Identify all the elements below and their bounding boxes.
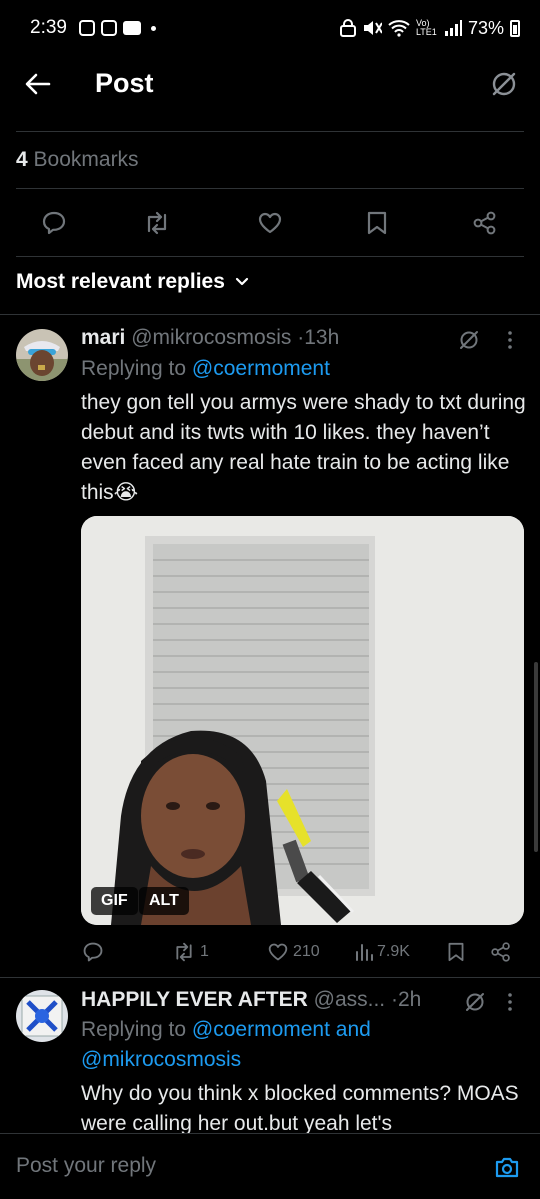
divider — [16, 256, 524, 257]
reply-text: Why do you think x blocked comments? MOA… — [81, 1082, 519, 1133]
avatar[interactable] — [16, 329, 68, 381]
more-vertical-icon — [508, 993, 512, 1011]
grok-icon — [466, 993, 484, 1011]
reply-input[interactable]: Post your reply — [16, 1154, 156, 1178]
grok-icon — [492, 72, 516, 96]
battery-icon — [510, 19, 520, 37]
grok-button[interactable] — [460, 987, 490, 1017]
views-chart-icon — [356, 944, 373, 961]
status-bar: 2:39 Vo) LTE1 73% — [0, 0, 540, 56]
grok-button[interactable] — [486, 66, 522, 102]
comment-icon — [42, 211, 66, 235]
share-button[interactable] — [465, 203, 505, 243]
more-options-button[interactable] — [498, 325, 522, 355]
lock-icon — [339, 19, 356, 37]
heart-icon — [258, 212, 282, 234]
bookmark-icon — [367, 211, 387, 235]
scrollbar[interactable] — [534, 662, 538, 852]
repost-count: 1 — [200, 943, 209, 960]
repost-icon — [147, 211, 167, 235]
post-actions — [0, 203, 540, 243]
like-count: 210 — [293, 943, 320, 960]
grok-icon — [460, 331, 478, 349]
share-button[interactable] — [490, 937, 512, 967]
views-button[interactable]: 7.9K — [355, 937, 410, 967]
like-button[interactable]: 210 — [267, 937, 320, 967]
more-vertical-icon — [508, 331, 512, 349]
author-name[interactable]: HAPPILY EVER AFTER — [81, 988, 308, 1011]
mention-link[interactable]: @coermoment — [192, 357, 330, 380]
instagram-icon — [78, 20, 95, 36]
post-time: 13h — [304, 326, 340, 349]
gif-badge: GIF — [91, 887, 138, 915]
reply-text: they gon tell you armys were shady to tx… — [81, 391, 526, 504]
divider — [0, 977, 540, 978]
repost-icon — [176, 942, 192, 962]
divider — [16, 188, 524, 189]
mention-link[interactable]: @mikrocosmosis — [81, 1048, 241, 1071]
bookmark-button[interactable] — [357, 203, 397, 243]
chevron-down-icon — [235, 277, 249, 286]
reply-header: HAPPILY EVER AFTER @ass... ·2h — [81, 988, 421, 1012]
bookmark-count: 4 — [16, 148, 28, 171]
more-options-button[interactable] — [498, 987, 522, 1017]
avatar[interactable] — [16, 990, 68, 1042]
bookmark-button[interactable] — [447, 937, 465, 967]
like-button[interactable] — [250, 203, 290, 243]
share-icon — [473, 211, 496, 235]
camera-button[interactable] — [492, 1152, 522, 1182]
divider — [0, 314, 540, 315]
author-handle[interactable]: @mikrocosmosis — [131, 326, 291, 349]
top-app-bar: Post — [0, 56, 540, 112]
replying-prefix: Replying to — [81, 1018, 187, 1041]
replying-prefix: Replying to — [81, 357, 187, 380]
author-name[interactable]: mari — [81, 326, 125, 349]
sort-label: Most relevant replies — [16, 270, 225, 293]
divider — [16, 131, 524, 132]
gif-preview-image — [81, 516, 524, 925]
repost-button[interactable] — [137, 203, 177, 243]
youtube-icon — [122, 21, 141, 35]
share-icon — [491, 942, 510, 962]
view-count: 7.9K — [377, 943, 410, 960]
heart-icon — [268, 943, 288, 961]
separator-dot: · — [390, 988, 398, 1011]
battery-percent: 73% — [467, 17, 504, 38]
author-handle[interactable]: @ass... — [314, 988, 386, 1011]
bookmark-icon — [448, 942, 464, 962]
status-time: 2:39 — [30, 17, 67, 38]
repost-button[interactable]: 1 — [172, 937, 209, 967]
reply-button[interactable] — [82, 937, 104, 967]
replies-sort-selector[interactable]: Most relevant replies — [16, 270, 249, 294]
alt-text-button[interactable]: ALT — [139, 887, 189, 915]
gif-media[interactable]: GIF ALT — [81, 516, 524, 925]
post-time: 2h — [397, 988, 422, 1011]
arrow-left-icon — [25, 73, 51, 95]
wifi-icon — [388, 20, 410, 37]
back-button[interactable] — [22, 68, 54, 100]
replying-to: Replying to @coermoment — [81, 354, 330, 384]
mute-icon — [363, 21, 382, 35]
mention-link[interactable]: @coermoment and — [192, 1018, 371, 1041]
network-type: Vo) LTE1 — [415, 18, 437, 37]
camera-icon — [495, 1157, 519, 1178]
reply-actions: 1 210 7.9K — [0, 937, 540, 967]
instagram-icon — [100, 20, 117, 36]
comment-icon — [83, 942, 103, 962]
grok-button[interactable] — [454, 325, 484, 355]
bookmark-label: Bookmarks — [33, 148, 139, 171]
page-title: Post — [95, 68, 154, 98]
bookmark-stats[interactable]: 4 Bookmarks — [16, 148, 139, 172]
replying-to: Replying to @coermoment and @mikrocosmos… — [81, 1015, 521, 1075]
reply-header: mari @mikrocosmosis ·13h — [81, 326, 339, 350]
signal-icon — [444, 20, 462, 36]
reply-button[interactable] — [34, 203, 74, 243]
reply-composer: Post your reply — [0, 1133, 540, 1199]
notification-dot-icon — [150, 25, 156, 31]
